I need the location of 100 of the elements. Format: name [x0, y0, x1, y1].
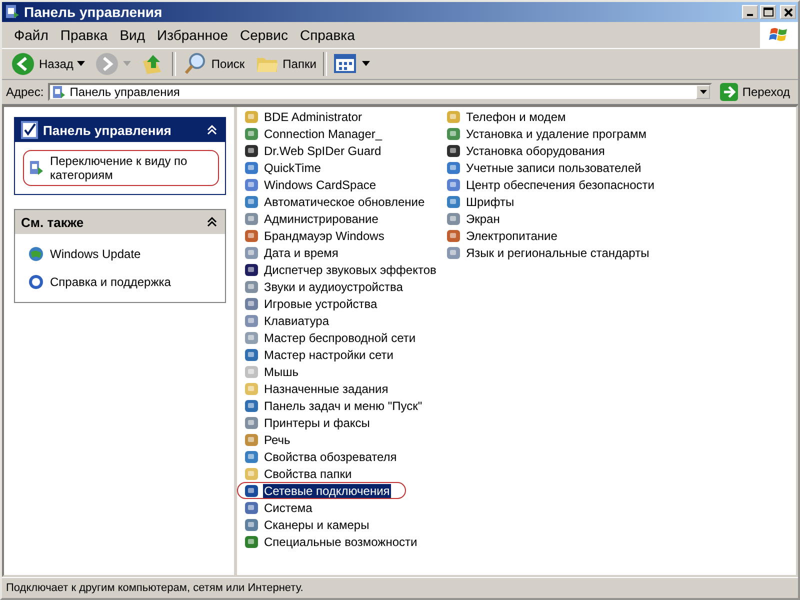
- minimize-icon: [747, 14, 753, 16]
- task-link[interactable]: Справка и поддержка: [23, 270, 219, 294]
- minimize-button[interactable]: [742, 5, 758, 19]
- applet-item[interactable]: Мастер беспроводной сети: [241, 329, 420, 346]
- applet-icon: [244, 296, 260, 312]
- applet-item[interactable]: BDE Administrator: [241, 108, 366, 125]
- applet-item[interactable]: Игровые устройства: [241, 295, 382, 312]
- task-link[interactable]: Переключение к виду по категориям: [23, 150, 219, 186]
- applet-item[interactable]: Брандмауэр Windows: [241, 227, 388, 244]
- task-link[interactable]: Windows Update: [23, 242, 219, 266]
- windows-logo-icon: [769, 26, 789, 44]
- applet-item[interactable]: Учетные записи пользователей: [443, 159, 646, 176]
- applet-icon: [244, 244, 260, 260]
- applet-item[interactable]: Экран: [443, 210, 504, 227]
- applet-item[interactable]: Администрирование: [241, 210, 382, 227]
- applet-icon: [244, 176, 260, 192]
- applet-icon: [446, 176, 462, 192]
- applet-icon: [244, 380, 260, 396]
- applet-icon: [244, 210, 260, 226]
- applet-item[interactable]: Телефон и модем: [443, 108, 570, 125]
- applet-icon: [446, 244, 462, 260]
- applet-item[interactable]: Назначенные задания: [241, 380, 392, 397]
- applet-icon: [446, 228, 462, 244]
- applet-item[interactable]: Система: [241, 499, 316, 516]
- applet-icon: [446, 108, 462, 124]
- applet-item[interactable]: Специальные возможности: [241, 533, 422, 550]
- applet-item[interactable]: Мышь: [241, 363, 302, 380]
- status-text: Подключает к другим компьютерам, сетям или Интернету.: [2, 577, 798, 598]
- applet-item[interactable]: Язык и региональные стандарты: [443, 244, 654, 261]
- menu-item[interactable]: Сервис: [234, 25, 294, 45]
- pane-title: См. также: [21, 214, 85, 230]
- search-icon: [183, 52, 208, 76]
- window-grid-icon: [334, 52, 358, 76]
- pane-header[interactable]: Панель управления: [15, 118, 225, 142]
- applet-item[interactable]: Звуки и аудиоустройства: [241, 278, 407, 295]
- globe-icon: [28, 246, 44, 262]
- maximize-button[interactable]: [760, 5, 776, 19]
- caret-icon: [77, 61, 86, 67]
- go-button[interactable]: Переход: [716, 83, 794, 101]
- applet-item[interactable]: Автоматическое обновление: [241, 193, 429, 210]
- applet-icon: [244, 330, 260, 346]
- go-arrow-icon: [720, 83, 738, 101]
- applet-icon: [244, 534, 260, 550]
- applet-icon: [446, 194, 462, 210]
- applet-item[interactable]: Центр обеспечения безопасности: [443, 176, 658, 193]
- menu-item[interactable]: Файл: [8, 25, 54, 45]
- applet-icon: [446, 126, 462, 142]
- applet-item[interactable]: Мастер настройки сети: [241, 346, 398, 363]
- menu-item[interactable]: Правка: [54, 25, 114, 45]
- dropdown-button[interactable]: [696, 85, 710, 99]
- applet-icon: [244, 398, 260, 414]
- address-input[interactable]: Панель управления: [70, 85, 692, 99]
- menu-item[interactable]: Вид: [114, 25, 152, 45]
- applet-item[interactable]: Электропитание: [443, 227, 562, 244]
- caret-icon: [362, 61, 370, 67]
- applet-icon: [244, 194, 260, 210]
- applet-icon: [446, 210, 462, 226]
- applet-icon: [244, 500, 260, 516]
- applet-icon: [244, 262, 260, 278]
- applet-icon: [244, 278, 260, 294]
- applet-item[interactable]: Шрифты: [443, 193, 518, 210]
- applet-item[interactable]: Сканеры и камеры: [241, 516, 374, 533]
- applet-item[interactable]: Клавиатура: [241, 312, 333, 329]
- control-panel-icon: [28, 160, 44, 176]
- applet-icon: [446, 142, 462, 158]
- applet-icon: [244, 142, 260, 158]
- menu-item[interactable]: Справка: [294, 25, 361, 45]
- pane-title: Панель управления: [43, 122, 172, 138]
- applet-item[interactable]: Сетевые подключения: [237, 482, 406, 499]
- applet-item[interactable]: Речь: [241, 431, 294, 448]
- applet-icon: [446, 160, 462, 176]
- applet-item[interactable]: Панель задач и меню "Пуск": [241, 397, 426, 414]
- applet-item[interactable]: Установка и удаление программ: [443, 125, 650, 142]
- applet-item[interactable]: Connection Manager_: [241, 125, 386, 142]
- applet-icon: [244, 312, 260, 328]
- control-panel-icon: [4, 4, 20, 20]
- applet-icon: [244, 432, 260, 448]
- applet-icon: [244, 346, 260, 362]
- applet-item[interactable]: Свойства папки: [241, 465, 356, 482]
- applet-item[interactable]: Диспетчер звуковых эффектов: [241, 261, 440, 278]
- folders-button[interactable]: Папки: [252, 50, 320, 78]
- applet-item[interactable]: QuickTime: [241, 159, 325, 176]
- applet-icon: [244, 414, 260, 430]
- applet-icon: [244, 448, 260, 464]
- search-button[interactable]: Поиск: [180, 50, 248, 78]
- applet-icon: [244, 466, 260, 482]
- close-button[interactable]: [780, 5, 796, 19]
- applet-icon: [244, 160, 260, 176]
- applet-item[interactable]: Установка оборудования: [443, 142, 609, 159]
- applet-item[interactable]: Свойства обозревателя: [241, 448, 401, 465]
- applet-item[interactable]: Dr.Web SpIDer Guard: [241, 142, 386, 159]
- applet-item[interactable]: Принтеры и факсы: [241, 414, 374, 431]
- back-button[interactable]: Назад: [8, 50, 88, 78]
- applet-icon: [244, 364, 260, 380]
- pane-header[interactable]: См. также: [15, 210, 225, 234]
- applet-item[interactable]: Windows CardSpace: [241, 176, 380, 193]
- address-field[interactable]: Панель управления: [48, 83, 712, 101]
- applet-item[interactable]: Дата и время: [241, 244, 342, 261]
- menu-item[interactable]: Избранное: [151, 25, 234, 45]
- collapse-icon[interactable]: [207, 217, 217, 227]
